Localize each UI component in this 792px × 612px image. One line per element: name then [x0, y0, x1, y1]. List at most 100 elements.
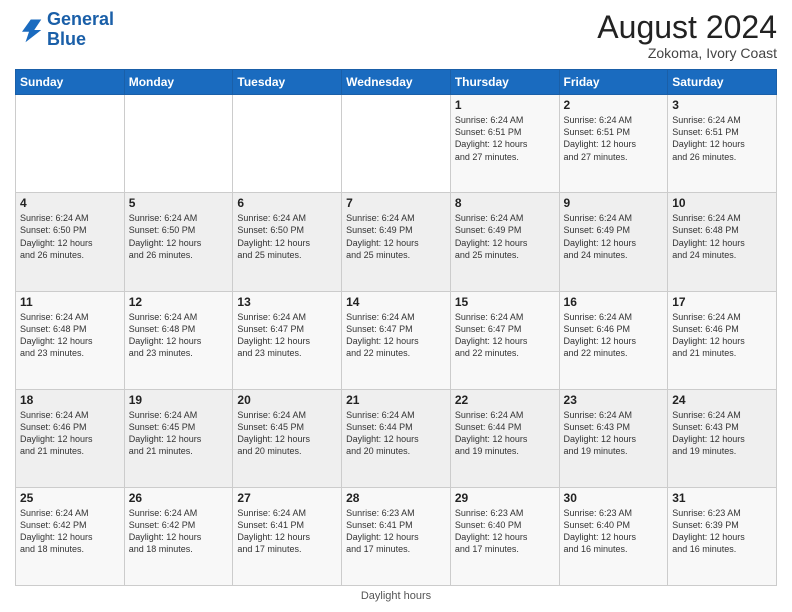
- day-header-saturday: Saturday: [668, 70, 777, 95]
- month-year: August 2024: [597, 10, 777, 45]
- day-number: 18: [20, 393, 120, 407]
- calendar-cell: [342, 95, 451, 193]
- day-number: 19: [129, 393, 229, 407]
- day-number: 13: [237, 295, 337, 309]
- day-number: 12: [129, 295, 229, 309]
- calendar-table: SundayMondayTuesdayWednesdayThursdayFrid…: [15, 69, 777, 586]
- calendar-cell: 21Sunrise: 6:24 AM Sunset: 6:44 PM Dayli…: [342, 389, 451, 487]
- logo: General Blue: [15, 10, 114, 50]
- calendar-header-row: SundayMondayTuesdayWednesdayThursdayFrid…: [16, 70, 777, 95]
- calendar-cell: [233, 95, 342, 193]
- day-info: Sunrise: 6:24 AM Sunset: 6:44 PM Dayligh…: [346, 409, 446, 458]
- day-info: Sunrise: 6:24 AM Sunset: 6:43 PM Dayligh…: [672, 409, 772, 458]
- day-number: 2: [564, 98, 664, 112]
- calendar-cell: 29 Sunrise: 6:23 AM Sunset: 6:40 PM Dayli…: [450, 487, 559, 585]
- calendar-cell: 8 Sunrise: 6:24 AM Sunset: 6:49 PM Daylig…: [450, 193, 559, 291]
- calendar-cell: 17 Sunrise: 6:24 AM Sunset: 6:46 PM Dayli…: [668, 291, 777, 389]
- day-info: Sunrise: 6:24 AM Sunset: 6:50 PM Dayligh…: [129, 212, 229, 261]
- day-header-wednesday: Wednesday: [342, 70, 451, 95]
- calendar-cell: 31 Sunrise: 6:23 AM Sunset: 6:39 PM Dayli…: [668, 487, 777, 585]
- day-number: 23: [564, 393, 664, 407]
- calendar-cell: [124, 95, 233, 193]
- day-info: Sunrise: 6:24 AM Sunset: 6:43 PM Dayligh…: [564, 409, 664, 458]
- calendar-cell: 15 Sunrise: 6:24 AM Sunset: 6:47 PM Dayli…: [450, 291, 559, 389]
- calendar-cell: 30Sunrise: 6:23 AM Sunset: 6:40 PM Dayli…: [559, 487, 668, 585]
- calendar-cell: 14 Sunrise: 6:24 AM Sunset: 6:47 PM Dayli…: [342, 291, 451, 389]
- day-number: 31: [672, 491, 772, 505]
- day-header-thursday: Thursday: [450, 70, 559, 95]
- calendar-cell: 16Sunrise: 6:24 AM Sunset: 6:46 PM Dayli…: [559, 291, 668, 389]
- day-info: Sunrise: 6:24 AM Sunset: 6:42 PM Dayligh…: [129, 507, 229, 556]
- day-number: 9: [564, 196, 664, 210]
- day-number: 14: [346, 295, 446, 309]
- day-number: 24: [672, 393, 772, 407]
- day-number: 28: [346, 491, 446, 505]
- calendar-week-row: 4 Sunrise: 6:24 AM Sunset: 6:50 PM Daylig…: [16, 193, 777, 291]
- day-info: Sunrise: 6:24 AM Sunset: 6:47 PM Dayligh…: [237, 311, 337, 360]
- calendar-cell: 12 Sunrise: 6:24 AM Sunset: 6:48 PM Dayli…: [124, 291, 233, 389]
- day-info: Sunrise: 6:24 AM Sunset: 6:47 PM Dayligh…: [455, 311, 555, 360]
- day-number: 15: [455, 295, 555, 309]
- day-number: 11: [20, 295, 120, 309]
- day-header-tuesday: Tuesday: [233, 70, 342, 95]
- day-info: Sunrise: 6:24 AM Sunset: 6:46 PM Dayligh…: [564, 311, 664, 360]
- day-number: 17: [672, 295, 772, 309]
- calendar-cell: 7Sunrise: 6:24 AM Sunset: 6:49 PM Daylig…: [342, 193, 451, 291]
- day-info: Sunrise: 6:24 AM Sunset: 6:46 PM Dayligh…: [672, 311, 772, 360]
- day-number: 6: [237, 196, 337, 210]
- calendar-cell: 22Sunrise: 6:24 AM Sunset: 6:44 PM Dayli…: [450, 389, 559, 487]
- calendar-cell: 13 Sunrise: 6:24 AM Sunset: 6:47 PM Dayli…: [233, 291, 342, 389]
- day-info: Sunrise: 6:24 AM Sunset: 6:49 PM Dayligh…: [346, 212, 446, 261]
- calendar-week-row: 1Sunrise: 6:24 AM Sunset: 6:51 PM Daylig…: [16, 95, 777, 193]
- calendar-cell: 20 Sunrise: 6:24 AM Sunset: 6:45 PM Dayli…: [233, 389, 342, 487]
- page: General Blue August 2024 Zokoma, Ivory C…: [0, 0, 792, 612]
- calendar-cell: 9 Sunrise: 6:24 AM Sunset: 6:49 PM Daylig…: [559, 193, 668, 291]
- footer-text: Daylight hours: [361, 590, 431, 602]
- day-info: Sunrise: 6:23 AM Sunset: 6:40 PM Dayligh…: [455, 507, 555, 556]
- logo-line2: Blue: [47, 29, 86, 49]
- day-header-monday: Monday: [124, 70, 233, 95]
- day-number: 5: [129, 196, 229, 210]
- calendar-cell: 4 Sunrise: 6:24 AM Sunset: 6:50 PM Daylig…: [16, 193, 125, 291]
- calendar-cell: 11 Sunrise: 6:24 AM Sunset: 6:48 PM Dayli…: [16, 291, 125, 389]
- day-info: Sunrise: 6:23 AM Sunset: 6:41 PM Dayligh…: [346, 507, 446, 556]
- day-info: Sunrise: 6:23 AM Sunset: 6:39 PM Dayligh…: [672, 507, 772, 556]
- day-info: Sunrise: 6:24 AM Sunset: 6:49 PM Dayligh…: [455, 212, 555, 261]
- day-info: Sunrise: 6:24 AM Sunset: 6:46 PM Dayligh…: [20, 409, 120, 458]
- day-number: 30: [564, 491, 664, 505]
- day-number: 29: [455, 491, 555, 505]
- calendar-week-row: 25 Sunrise: 6:24 AM Sunset: 6:42 PM Dayli…: [16, 487, 777, 585]
- calendar-cell: [16, 95, 125, 193]
- day-info: Sunrise: 6:24 AM Sunset: 6:45 PM Dayligh…: [237, 409, 337, 458]
- day-number: 4: [20, 196, 120, 210]
- day-info: Sunrise: 6:24 AM Sunset: 6:48 PM Dayligh…: [129, 311, 229, 360]
- day-info: Sunrise: 6:24 AM Sunset: 6:49 PM Dayligh…: [564, 212, 664, 261]
- day-number: 20: [237, 393, 337, 407]
- day-info: Sunrise: 6:24 AM Sunset: 6:51 PM Dayligh…: [564, 114, 664, 163]
- day-info: Sunrise: 6:24 AM Sunset: 6:50 PM Dayligh…: [20, 212, 120, 261]
- day-info: Sunrise: 6:24 AM Sunset: 6:48 PM Dayligh…: [20, 311, 120, 360]
- calendar-cell: 6 Sunrise: 6:24 AM Sunset: 6:50 PM Daylig…: [233, 193, 342, 291]
- title-block: August 2024 Zokoma, Ivory Coast: [597, 10, 777, 61]
- calendar-cell: 26 Sunrise: 6:24 AM Sunset: 6:42 PM Dayli…: [124, 487, 233, 585]
- calendar-cell: 25Sunrise: 6:24 AM Sunset: 6:42 PM Dayli…: [16, 487, 125, 585]
- day-info: Sunrise: 6:24 AM Sunset: 6:44 PM Dayligh…: [455, 409, 555, 458]
- calendar-cell: 27 Sunrise: 6:24 AM Sunset: 6:41 PM Dayli…: [233, 487, 342, 585]
- calendar-cell: 18 Sunrise: 6:24 AM Sunset: 6:46 PM Dayli…: [16, 389, 125, 487]
- day-info: Sunrise: 6:24 AM Sunset: 6:47 PM Dayligh…: [346, 311, 446, 360]
- day-info: Sunrise: 6:24 AM Sunset: 6:41 PM Dayligh…: [237, 507, 337, 556]
- day-number: 25: [20, 491, 120, 505]
- day-number: 27: [237, 491, 337, 505]
- calendar-cell: 5 Sunrise: 6:24 AM Sunset: 6:50 PM Daylig…: [124, 193, 233, 291]
- day-number: 26: [129, 491, 229, 505]
- calendar-cell: 10Sunrise: 6:24 AM Sunset: 6:48 PM Dayli…: [668, 193, 777, 291]
- calendar-cell: 19Sunrise: 6:24 AM Sunset: 6:45 PM Dayli…: [124, 389, 233, 487]
- day-info: Sunrise: 6:24 AM Sunset: 6:51 PM Dayligh…: [672, 114, 772, 163]
- day-info: Sunrise: 6:24 AM Sunset: 6:50 PM Dayligh…: [237, 212, 337, 261]
- calendar-cell: 3Sunrise: 6:24 AM Sunset: 6:51 PM Daylig…: [668, 95, 777, 193]
- calendar-week-row: 11 Sunrise: 6:24 AM Sunset: 6:48 PM Dayli…: [16, 291, 777, 389]
- day-number: 8: [455, 196, 555, 210]
- calendar-cell: 23 Sunrise: 6:24 AM Sunset: 6:43 PM Dayli…: [559, 389, 668, 487]
- logo-icon: [15, 16, 43, 44]
- calendar-cell: 28 Sunrise: 6:23 AM Sunset: 6:41 PM Dayli…: [342, 487, 451, 585]
